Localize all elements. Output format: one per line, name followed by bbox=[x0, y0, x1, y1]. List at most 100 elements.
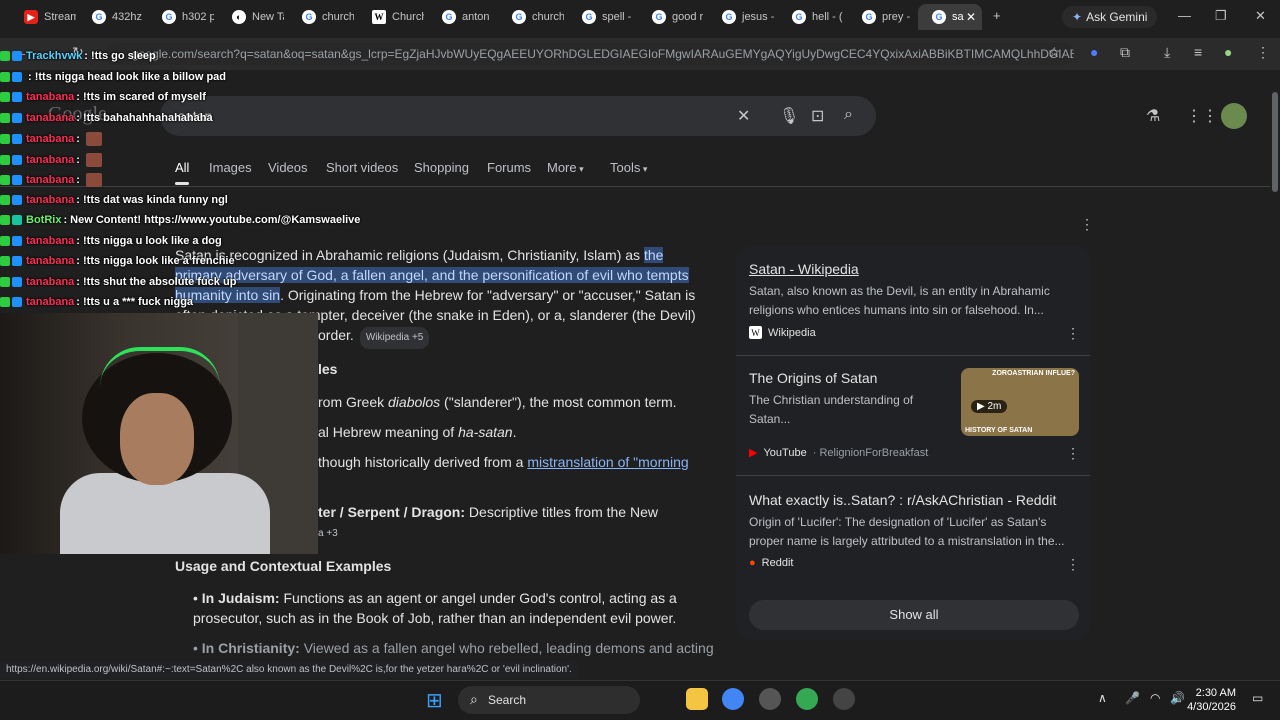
file-explorer-icon[interactable] bbox=[686, 688, 708, 710]
google-icon: G bbox=[932, 10, 946, 24]
overview-line-3: humanity into sin. Originating from the … bbox=[175, 287, 696, 303]
browser-tab[interactable]: Gsa ✕ bbox=[918, 4, 982, 30]
bullet-2: al Hebrew meaning of ha-satan. bbox=[318, 424, 517, 440]
browser-tab[interactable]: Gprey - bbox=[848, 4, 914, 30]
google-icon: G bbox=[92, 10, 106, 24]
source-menu-icon[interactable]: ⋮ bbox=[1066, 325, 1080, 342]
browser-tab[interactable]: Gchurch bbox=[498, 4, 564, 30]
labs-flask-icon[interactable]: ⚗ bbox=[1146, 106, 1160, 126]
clock[interactable]: 2:30 AM 4/30/2026 bbox=[1187, 686, 1236, 714]
minimize-icon[interactable]: — bbox=[1178, 8, 1191, 23]
chat-badge-icon bbox=[0, 297, 10, 307]
citation-chip-2[interactable]: a +3 bbox=[318, 524, 338, 544]
source-title-wikipedia[interactable]: Satan - Wikipedia bbox=[749, 261, 859, 277]
address-bar[interactable]: google.com/search?q=satan&oq=satan&gs_lc… bbox=[104, 43, 1074, 65]
search-tab-forums[interactable]: Forums bbox=[487, 160, 531, 175]
ask-gemini-button[interactable]: ✦ Ask Gemini bbox=[1062, 6, 1158, 28]
close-window-icon[interactable]: ✕ bbox=[1255, 8, 1266, 24]
google-icon: G bbox=[722, 10, 736, 24]
search-tab-tools[interactable]: Tools ▾ bbox=[610, 160, 647, 175]
clear-icon[interactable]: ✕ bbox=[737, 106, 750, 126]
source-menu-icon[interactable]: ⋮ bbox=[1066, 445, 1080, 462]
search-tab-shopping[interactable]: Shopping bbox=[414, 160, 469, 175]
search-tab-images[interactable]: Images bbox=[209, 160, 252, 175]
mic-tray-icon[interactable]: 🎤 bbox=[1125, 691, 1140, 705]
browser-tab[interactable]: ▶ Stream bbox=[10, 4, 76, 30]
extension-icon[interactable]: ● bbox=[1090, 44, 1098, 60]
steam-icon[interactable] bbox=[759, 688, 781, 710]
divider bbox=[736, 355, 1090, 356]
source-menu-icon[interactable]: ⋮ bbox=[1066, 556, 1080, 573]
show-all-button[interactable]: Show all bbox=[749, 600, 1079, 630]
chat-message: tanabana: !tts im scared of myself bbox=[0, 91, 206, 103]
reddit-icon: ● bbox=[749, 557, 756, 569]
overview-line-2: primary adversary of God, a fallen angel… bbox=[175, 267, 689, 283]
chat-username: Trackhvwk bbox=[26, 50, 83, 62]
bookmark-star-icon[interactable]: ☆ bbox=[1048, 44, 1061, 61]
tab-icon: ◐ bbox=[232, 10, 246, 24]
volume-icon[interactable]: 🔊 bbox=[1170, 691, 1185, 705]
chat-username: tanabana bbox=[26, 111, 75, 124]
chat-username: tanabana bbox=[26, 193, 75, 206]
media-player-icon[interactable] bbox=[833, 688, 855, 710]
media-icon[interactable]: ≡ bbox=[1194, 44, 1202, 60]
overview-line-1: Satan is recognized in Abrahamic religio… bbox=[175, 247, 664, 263]
video-thumbnail[interactable]: ZOROASTRIAN INFLUE? ▶ 2m HISTORY OF SATAN bbox=[961, 368, 1079, 436]
close-tab-icon[interactable]: ✕ bbox=[966, 10, 976, 24]
browser-tab[interactable]: W Church bbox=[358, 4, 424, 30]
google-icon: G bbox=[862, 10, 876, 24]
chat-badge-icon bbox=[12, 92, 22, 102]
mic-icon[interactable]: 🎙 bbox=[779, 106, 799, 126]
account-avatar[interactable] bbox=[1221, 103, 1247, 129]
profile-avatar[interactable]: ● bbox=[1224, 44, 1232, 60]
source-title-reddit[interactable]: What exactly is..Satan? : r/AskAChristia… bbox=[749, 492, 1056, 508]
mistranslation-link[interactable]: mistranslation of "morning bbox=[527, 454, 688, 470]
chat-message: tanabana: !tts shut the absolute fuck up bbox=[0, 276, 236, 288]
download-icon[interactable]: ⤓ bbox=[1164, 44, 1170, 61]
chat-username: BotRix bbox=[26, 214, 62, 226]
search-tab-short-videos[interactable]: Short videos bbox=[326, 160, 398, 175]
citation-chip[interactable]: Wikipedia +5 bbox=[359, 327, 430, 349]
browser-tab[interactable]: Ganton bbox=[428, 4, 494, 30]
chat-badge-icon bbox=[0, 134, 10, 144]
browser-tab[interactable]: G 432hz bbox=[78, 4, 144, 30]
browser-tab[interactable]: Gjesus - bbox=[708, 4, 774, 30]
search-tab-videos[interactable]: Videos bbox=[268, 160, 308, 175]
divider bbox=[736, 475, 1090, 476]
chat-badge-icon bbox=[12, 235, 22, 246]
chat-badge-icon bbox=[0, 51, 10, 61]
more-options-icon[interactable]: ⋮ bbox=[1080, 216, 1094, 233]
apps-grid-icon[interactable]: ⋮⋮ bbox=[1186, 106, 1218, 126]
search-input[interactable]: satan bbox=[160, 96, 876, 136]
taskbar-search[interactable]: Search bbox=[458, 686, 640, 714]
notification-icon[interactable]: ▭ bbox=[1252, 691, 1263, 705]
chat-badge-icon bbox=[0, 276, 10, 287]
new-tab-icon[interactable]: + bbox=[993, 8, 1001, 23]
video-duration: ▶ 2m bbox=[971, 400, 1008, 413]
browser-tab[interactable]: ◐New Ta bbox=[218, 4, 284, 30]
search-icon[interactable]: ⌕ bbox=[844, 106, 853, 124]
chrome-icon[interactable] bbox=[722, 688, 744, 710]
menu-icon[interactable]: ⋮ bbox=[1256, 44, 1270, 61]
search-tab-all[interactable]: All bbox=[175, 160, 189, 175]
wifi-icon[interactable]: ◠ bbox=[1150, 691, 1160, 705]
browser-tab[interactable]: Ggood r bbox=[638, 4, 704, 30]
search-tab-more[interactable]: More ▾ bbox=[547, 160, 584, 175]
tray-chevron-icon[interactable]: ∧ bbox=[1098, 691, 1107, 705]
windows-start-icon[interactable]: ⊞ bbox=[426, 688, 443, 713]
restore-icon[interactable]: ❐ bbox=[1215, 8, 1227, 24]
source-title-youtube[interactable]: The Origins of Satan bbox=[749, 370, 877, 386]
lens-icon[interactable]: ⊡ bbox=[811, 106, 824, 126]
extensions-puzzle-icon[interactable]: ⧉ bbox=[1120, 44, 1130, 61]
chrome-active-icon[interactable] bbox=[796, 688, 818, 710]
browser-tab[interactable]: Gh302 p bbox=[148, 4, 214, 30]
chat-message: tanabana: !tts nigga u look like a dog bbox=[0, 235, 222, 247]
browser-tab[interactable]: Ghell - ( bbox=[778, 4, 844, 30]
chat-text: : !tts nigga u look like a dog bbox=[76, 234, 222, 247]
browser-tab[interactable]: Gchurch bbox=[288, 4, 354, 30]
browser-tab[interactable]: Gspell - bbox=[568, 4, 634, 30]
scrollbar[interactable] bbox=[1270, 72, 1280, 680]
chat-emote bbox=[85, 152, 102, 167]
chat-text: : New Content! https://www.youtube.com/@… bbox=[63, 214, 361, 226]
source-snippet: Satan, also known as the Devil, is an en… bbox=[749, 284, 1050, 317]
